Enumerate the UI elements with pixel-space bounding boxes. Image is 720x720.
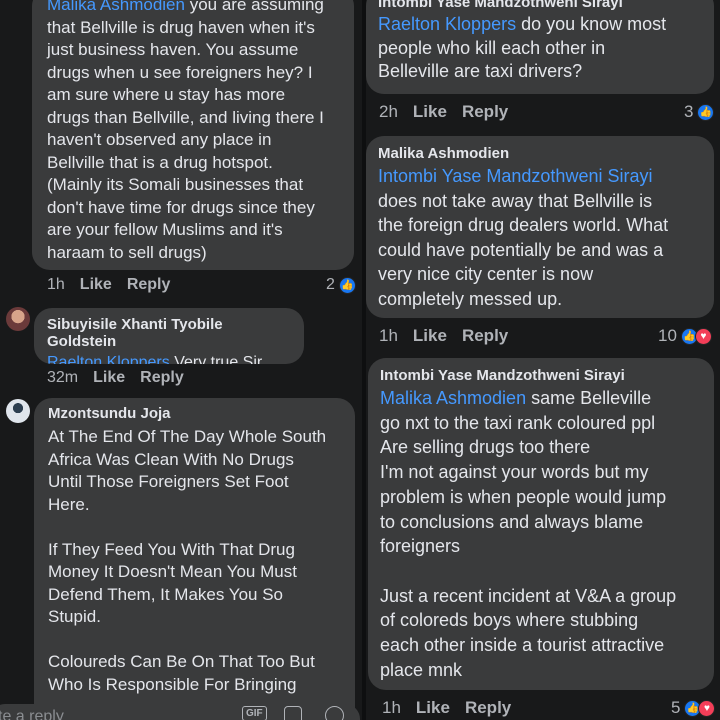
reply-button[interactable]: Reply [127, 276, 171, 294]
comment-text: Malika Ashmodien you are assuming that B… [47, 0, 340, 264]
mention-link[interactable]: Malika Ashmodien [380, 388, 526, 408]
avatar[interactable] [6, 307, 30, 331]
reaction-count[interactable]: 3 👍 [684, 102, 715, 122]
comment-actions: 1h Like Reply [382, 698, 511, 718]
thumbs-up-icon: 👍 [697, 103, 715, 121]
like-button[interactable]: Like [416, 698, 450, 718]
reply-button[interactable]: Reply [140, 369, 184, 387]
reply-button[interactable]: Reply [462, 102, 508, 122]
comment-text: Malika Ashmodien same Belleville go nxt … [380, 388, 677, 680]
mention-link[interactable]: Intombi Yase Mandzothweni Sirayi [378, 166, 652, 186]
right-screenshot-panel: Intombi Yase Mandzothweni Sirayi Raelton… [366, 0, 720, 720]
sticker-icon[interactable] [284, 706, 302, 720]
comment-actions: 1h Like Reply [47, 276, 170, 294]
comment-actions: 32m Like Reply [47, 369, 184, 387]
like-button[interactable]: Like [413, 102, 447, 122]
comment-timestamp[interactable]: 1h [382, 698, 401, 718]
reply-button[interactable]: Reply [465, 698, 511, 718]
comment-timestamp[interactable]: 32m [47, 369, 78, 387]
comment-bubble: Intombi Yase Mandzothweni Sirayi Malika … [368, 358, 714, 690]
mention-link[interactable]: Raelton Kloppers [378, 14, 516, 34]
comment-actions: 1h Like Reply [379, 326, 508, 346]
comment-text: Raelton Kloppers Very true Sir [47, 352, 291, 364]
comment-timestamp[interactable]: 2h [379, 102, 398, 122]
mention-link[interactable]: Raelton Kloppers [47, 354, 170, 364]
comment-timestamp[interactable]: 1h [379, 326, 398, 346]
comment-actions: 2h Like Reply [379, 102, 508, 122]
comment-timestamp[interactable]: 1h [47, 276, 65, 294]
like-button[interactable]: Like [80, 276, 112, 294]
comment-text: Intombi Yase Mandzothweni Sirayi does no… [378, 166, 669, 309]
reaction-count[interactable]: 2 👍 [326, 276, 356, 294]
reply-button[interactable]: Reply [462, 326, 508, 346]
thumbs-up-icon: 👍 [338, 276, 356, 294]
reply-input[interactable]: te a reply GIF [0, 704, 360, 720]
comment-author[interactable]: Malika Ashmodien [378, 145, 702, 162]
comment-author[interactable]: Intombi Yase Mandzothweni Sirayi [380, 367, 702, 384]
reaction-count[interactable]: 5 👍 ♥ [671, 698, 716, 718]
comment-author[interactable]: Intombi Yase Mandzothweni Sirayi [378, 0, 702, 11]
reply-placeholder: te a reply [0, 708, 64, 720]
gif-icon[interactable]: GIF [242, 706, 267, 720]
comment-bubble: Intombi Yase Mandzothweni Sirayi Raelton… [366, 0, 714, 94]
left-screenshot-panel: Malika Ashmodien you are assuming that B… [0, 0, 362, 720]
comment-bubble: Malika Ashmodien you are assuming that B… [32, 0, 354, 270]
heart-icon: ♥ [698, 699, 716, 717]
like-button[interactable]: Like [413, 326, 447, 346]
comment-bubble: Sibuyisile Xhanti Tyobile Goldstein Rael… [34, 308, 304, 364]
avatar[interactable] [6, 399, 30, 423]
heart-icon: ♥ [694, 327, 712, 345]
emoji-icon[interactable] [325, 706, 344, 720]
comment-author[interactable]: Sibuyisile Xhanti Tyobile Goldstein [47, 316, 291, 350]
comment-bubble: Malika Ashmodien Intombi Yase Mandzothwe… [366, 136, 714, 318]
reaction-count[interactable]: 10 👍 ♥ [658, 326, 712, 346]
mention-link[interactable]: Malika Ashmodien [47, 0, 185, 14]
comment-text: At The End Of The Day Whole South Africa… [48, 427, 327, 694]
like-button[interactable]: Like [93, 369, 125, 387]
comment-text: Raelton Kloppers do you know most people… [378, 14, 667, 81]
comment-bubble: Mzontsundu Joja At The End Of The Day Wh… [34, 398, 355, 720]
comment-author[interactable]: Mzontsundu Joja [48, 405, 343, 422]
